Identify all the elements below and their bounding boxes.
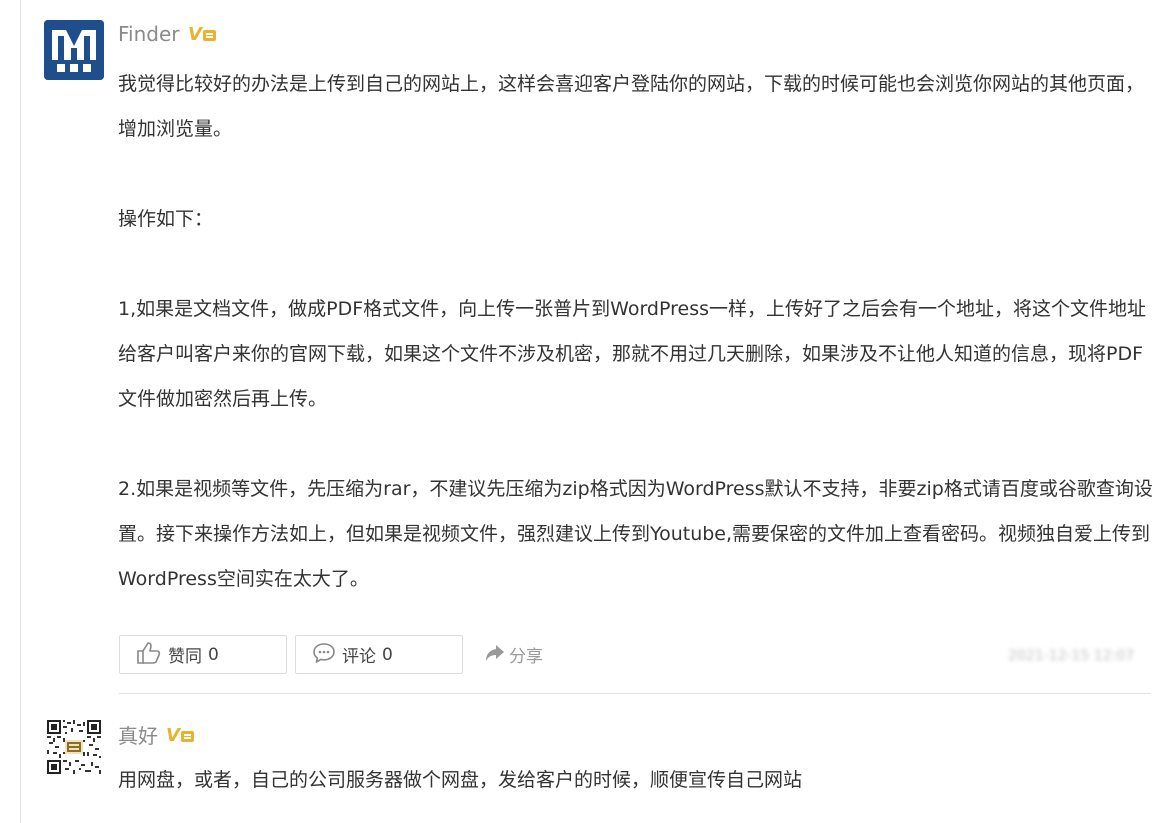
like-count: 0 xyxy=(208,644,219,665)
answer-paragraph: 2.如果是视频等文件，先压缩为rar，不建议先压缩为zip格式因为WordPre… xyxy=(118,478,1153,590)
comment-bubble-icon xyxy=(312,641,336,669)
author-name[interactable]: Finder xyxy=(118,22,180,46)
answer-paragraph: 1,如果是文档文件，做成PDF格式文件，向上传一张普片到WordPress一样，… xyxy=(118,298,1146,410)
comment-button[interactable]: 评论 0 xyxy=(295,635,463,674)
thumbs-up-icon xyxy=(136,641,162,669)
share-label: 分享 xyxy=(509,647,543,667)
author-row: 真好 V xyxy=(118,720,196,749)
avatar[interactable] xyxy=(44,20,104,80)
answer-paragraph: 我觉得比较好的办法是上传到自己的网站上，这样会喜迎客户登陆你的网站，下载的时候可… xyxy=(118,73,1145,140)
qr-code-avatar[interactable] xyxy=(47,720,101,774)
comment-label: 评论 xyxy=(342,647,376,667)
answer-body: 我觉得比较好的办法是上传到自己的网站上，这样会喜迎客户登陆你的网站，下载的时候可… xyxy=(118,62,1153,602)
share-button[interactable]: 分享 xyxy=(485,642,543,667)
answer-paragraph: 操作如下： xyxy=(118,208,214,230)
answer-paragraph: 用网盘，或者，自己的公司服务器做个网盘，发给客户的时候，顺便宣传自己网站 xyxy=(118,769,803,791)
left-border xyxy=(20,0,21,823)
like-label: 赞同 xyxy=(168,647,202,667)
comment-count: 0 xyxy=(382,644,393,665)
share-arrow-icon xyxy=(485,644,505,666)
post-timestamp: 2021-12-15 12:07 xyxy=(1008,648,1135,664)
answer-actions: 赞同 0 评论 0 分享 xyxy=(119,635,543,674)
svg-text:V: V xyxy=(188,24,204,44)
author-row: Finder V xyxy=(118,22,218,46)
like-button[interactable]: 赞同 0 xyxy=(119,635,287,674)
answer-body: 用网盘，或者，自己的公司服务器做个网盘，发给客户的时候，顺便宣传自己网站 xyxy=(118,758,1153,803)
vip-badge-icon: V xyxy=(166,725,196,745)
author-name[interactable]: 真好 xyxy=(118,720,158,749)
vip-badge-icon: V xyxy=(188,24,218,44)
answer-divider xyxy=(119,693,1151,694)
svg-text:V: V xyxy=(166,725,182,745)
